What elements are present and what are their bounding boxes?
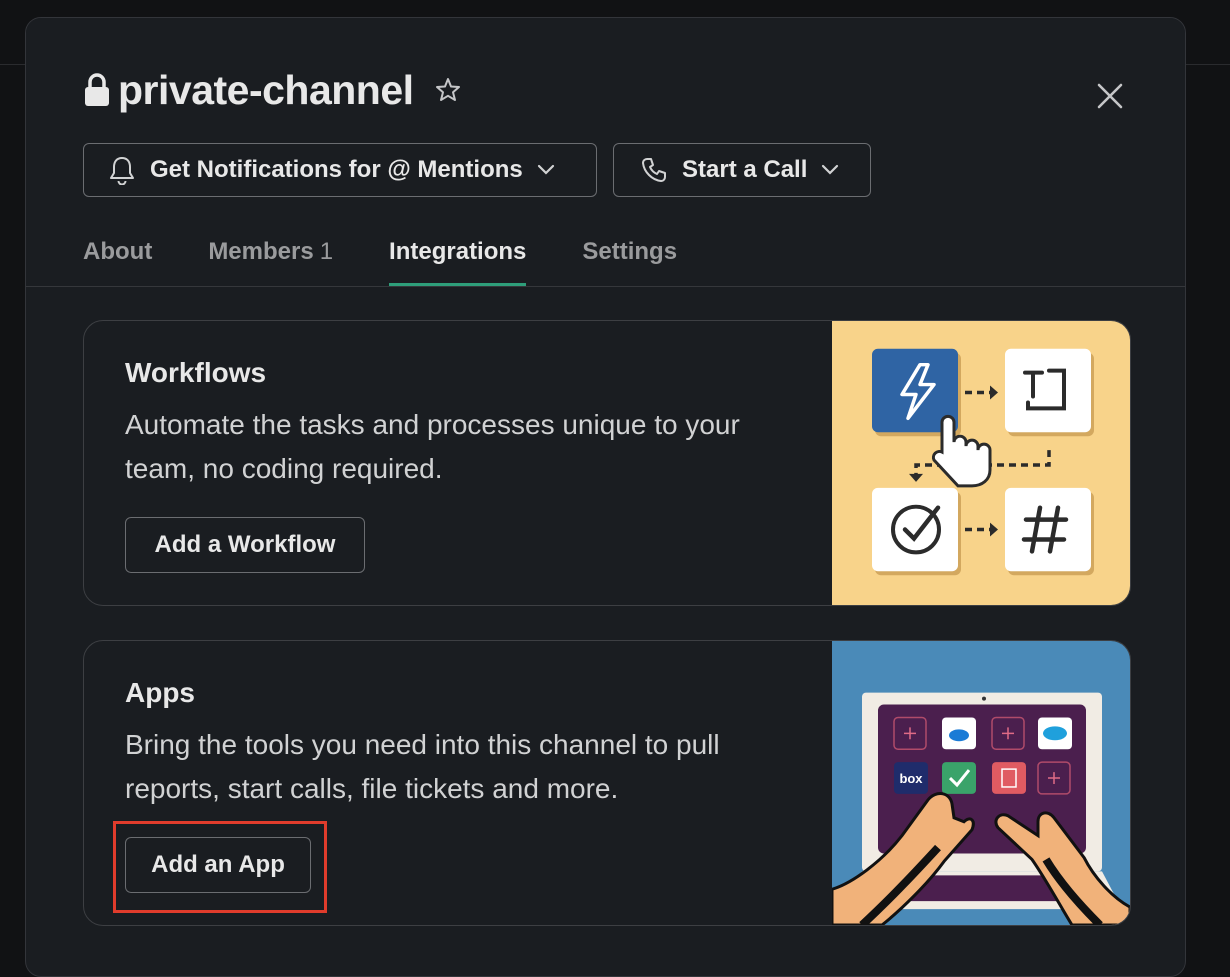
tab-members[interactable]: Members 1: [208, 236, 333, 286]
add-app-highlight-box: [113, 821, 327, 913]
chevron-down-icon: [537, 164, 554, 175]
workflows-card: Workflows Automate the tasks and process…: [83, 320, 1131, 606]
close-icon[interactable]: [1094, 80, 1126, 112]
phone-icon: [642, 158, 666, 182]
notifications-button[interactable]: Get Notifications for @ Mentions: [83, 143, 597, 197]
apps-title: Apps: [125, 677, 195, 708]
tab-integrations[interactable]: Integrations: [389, 236, 527, 286]
modal-header: private-channel Get Notifications for @ …: [26, 18, 1185, 287]
tab-about[interactable]: About: [83, 236, 152, 286]
workflows-title: Workflows: [125, 357, 267, 388]
box-app-logo: box: [899, 771, 923, 786]
star-icon[interactable]: [434, 76, 462, 104]
start-call-label: Start a Call: [682, 156, 808, 183]
tab-bar: About Members 1 Integrations Settings: [83, 236, 733, 286]
chevron-down-icon: [822, 164, 839, 175]
channel-name: private-channel: [118, 66, 414, 113]
workflows-body: Workflows Automate the tasks and process…: [125, 357, 805, 491]
members-count: 1: [319, 238, 334, 265]
add-workflow-button[interactable]: Add a Workflow: [125, 517, 365, 573]
workflows-description: Automate the tasks and processes unique …: [125, 409, 740, 484]
apps-description: Bring the tools you need into this chann…: [125, 729, 720, 804]
workflows-illustration: [832, 321, 1130, 605]
tab-settings[interactable]: Settings: [582, 236, 677, 286]
bell-icon: [110, 157, 134, 185]
apps-body: Apps Bring the tools you need into this …: [125, 677, 805, 811]
notifications-label: Get Notifications for @ Mentions: [150, 156, 523, 183]
channel-title-row: private-channel: [84, 66, 462, 113]
lock-icon: [85, 73, 109, 106]
apps-illustration: box: [832, 641, 1130, 925]
start-call-button[interactable]: Start a Call: [613, 143, 871, 197]
